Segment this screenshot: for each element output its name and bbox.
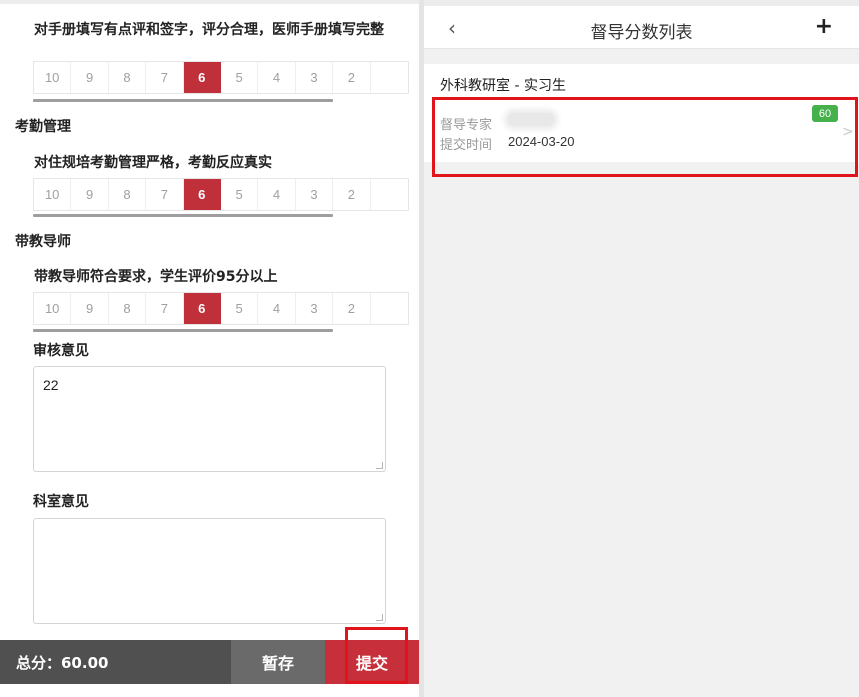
- total-score: 总分：60.00: [0, 640, 231, 684]
- question-3-label: 带教导师符合要求，学生评价95分以上: [34, 269, 278, 285]
- score-option-7[interactable]: 7: [146, 293, 184, 324]
- dept-opinion-textarea[interactable]: [33, 518, 386, 624]
- score-option-1-partial[interactable]: [371, 179, 408, 210]
- score-option-9[interactable]: 9: [71, 293, 109, 324]
- score-option-7[interactable]: 7: [146, 179, 184, 210]
- score-option-3[interactable]: 3: [296, 62, 334, 93]
- question-1-label: 对手册填写有点评和签字，评分合理，医师手册填写完整: [34, 22, 384, 38]
- score-option-6[interactable]: 6: [183, 179, 221, 210]
- card-highlight-box: [432, 97, 858, 177]
- resize-grip-icon[interactable]: [376, 614, 383, 621]
- score-option-4[interactable]: 4: [258, 62, 296, 93]
- score-option-5[interactable]: 5: [221, 179, 259, 210]
- page-title: 督导分数列表: [590, 23, 693, 43]
- score-scale-2-scrollbar[interactable]: [33, 214, 333, 217]
- score-option-1-partial[interactable]: [371, 293, 408, 324]
- score-option-6[interactable]: 6: [183, 293, 221, 324]
- section-mentor-title: 带教导师: [15, 234, 71, 250]
- dept-opinion-label: 科室意见: [33, 494, 89, 510]
- score-form-panel: 对手册填写有点评和签字，评分合理，医师手册填写完整 10 9 8 7 6 5 4 3 2 考勤管…: [0, 0, 419, 697]
- question-2-label: 对住规培考勤管理严格，考勤反应真实: [34, 155, 272, 171]
- score-option-8[interactable]: 8: [109, 179, 147, 210]
- score-option-3[interactable]: 3: [296, 293, 334, 324]
- score-option-9[interactable]: 9: [71, 179, 109, 210]
- score-option-1-partial[interactable]: [371, 62, 408, 93]
- score-option-10[interactable]: 10: [34, 293, 72, 324]
- score-option-7[interactable]: 7: [146, 62, 184, 93]
- nav-header: ‹ 督导分数列表 +: [424, 6, 859, 49]
- add-icon[interactable]: +: [815, 14, 833, 39]
- score-option-4[interactable]: 4: [258, 179, 296, 210]
- section-attendance-title: 考勤管理: [15, 119, 71, 135]
- score-option-4[interactable]: 4: [258, 293, 296, 324]
- score-option-5[interactable]: 5: [221, 293, 259, 324]
- score-option-6[interactable]: 6: [183, 62, 221, 93]
- review-opinion-textarea[interactable]: 22: [33, 366, 386, 472]
- score-option-2[interactable]: 2: [333, 179, 371, 210]
- save-draft-button[interactable]: 暂存: [231, 640, 325, 684]
- score-option-5[interactable]: 5: [221, 62, 259, 93]
- top-divider: [0, 0, 419, 4]
- submit-highlight-box: [345, 627, 408, 684]
- score-option-2[interactable]: 2: [333, 293, 371, 324]
- score-option-9[interactable]: 9: [71, 62, 109, 93]
- review-opinion-label: 审核意见: [33, 343, 89, 359]
- score-option-8[interactable]: 8: [109, 293, 147, 324]
- score-option-10[interactable]: 10: [34, 62, 72, 93]
- score-option-10[interactable]: 10: [34, 179, 72, 210]
- score-scale-3[interactable]: 10 9 8 7 6 5 4 3 2: [33, 292, 409, 325]
- score-scale-2[interactable]: 10 9 8 7 6 5 4 3 2: [33, 178, 409, 211]
- group-title: 外科教研室 - 实习生: [440, 78, 566, 94]
- score-option-8[interactable]: 8: [109, 62, 147, 93]
- score-option-2[interactable]: 2: [333, 62, 371, 93]
- score-option-3[interactable]: 3: [296, 179, 334, 210]
- resize-grip-icon[interactable]: [376, 462, 383, 469]
- score-scale-3-scrollbar[interactable]: [33, 329, 333, 332]
- review-opinion-value: 22: [43, 377, 59, 393]
- score-scale-1-scrollbar[interactable]: [33, 99, 333, 102]
- score-scale-1[interactable]: 10 9 8 7 6 5 4 3 2: [33, 61, 409, 94]
